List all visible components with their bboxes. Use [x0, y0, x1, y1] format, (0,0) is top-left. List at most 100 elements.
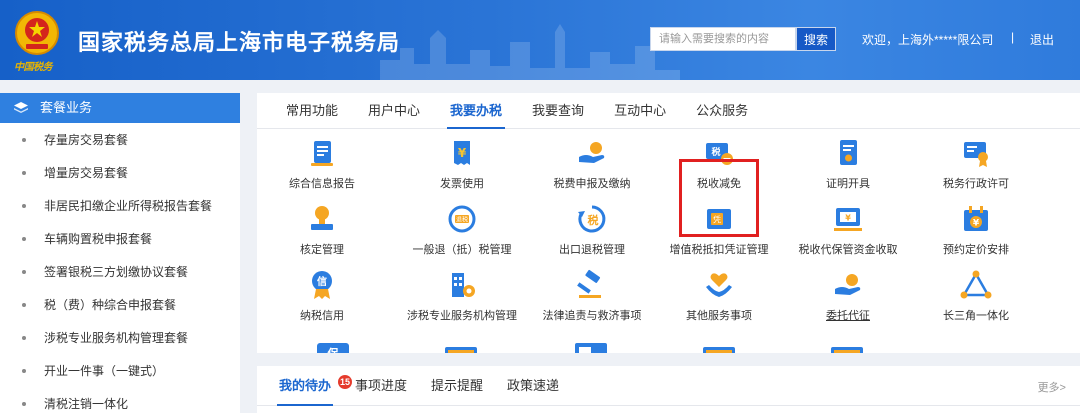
tab-policy[interactable]: 政策速递: [495, 366, 571, 405]
tab-public[interactable]: 公众服务: [681, 93, 763, 128]
service-label: 纳税信用: [300, 310, 344, 322]
tax-emblem-icon: [15, 11, 59, 55]
heart-hands-icon: [706, 273, 732, 297]
emblem-caption: 中国税务: [14, 62, 53, 73]
service-label: 其他服务事项: [686, 310, 752, 322]
service-custody-fund[interactable]: ¥ 税收代保管资金收取: [783, 203, 913, 257]
sidebar-header-package[interactable]: 套餐业务: [0, 93, 240, 123]
site-header: 中国税务 国家税务总局上海市电子税务局 请输入需要搜索的内容 搜索 欢迎，上海外…: [0, 0, 1080, 80]
service-other[interactable]: 其他服务事项: [654, 269, 784, 323]
tab-my-todo[interactable]: 我的待办 15: [267, 366, 353, 406]
service-pricing[interactable]: ¥ 预约定价安排: [911, 203, 1041, 257]
header-separator: |: [1011, 30, 1015, 44]
service-invoice[interactable]: ¥ 发票使用: [397, 137, 527, 191]
svg-text:税: 税: [588, 213, 599, 227]
hand-coin-icon: [579, 142, 605, 163]
bullet-icon: [22, 302, 26, 307]
service-panel: 常用功能 用户中心 我要办税 我要查询 互动中心 公众服务 综合信息报告 ¥ 发…: [257, 93, 1080, 353]
document-report-icon: [311, 141, 333, 166]
service-export-refund[interactable]: 税 出口退税管理: [527, 203, 657, 257]
service-label: 税务行政许可: [943, 178, 1009, 190]
sidebar-item-deregistration[interactable]: 清税注销一体化: [0, 387, 240, 413]
tab-user-center[interactable]: 用户中心: [353, 93, 435, 128]
screen-icon: [831, 347, 863, 353]
site-title: 国家税务总局上海市电子税务局: [78, 30, 401, 55]
highlight-box: [679, 159, 759, 237]
todo-panel: 我的待办 15 事项进度 提示提醒 政策速递 更多>: [257, 366, 1080, 413]
service-refund[interactable]: 退税 一般退（抵）税管理: [397, 203, 527, 257]
tab-handle-tax[interactable]: 我要办税: [435, 93, 517, 129]
bullet-icon: [22, 236, 26, 241]
service-label: 综合信息报告: [289, 178, 355, 190]
invoice-yuan-icon: ¥: [454, 141, 470, 165]
search-button[interactable]: 搜索: [796, 27, 836, 51]
tab-reminders[interactable]: 提示提醒: [419, 366, 495, 405]
service-label: 税费申报及缴纳: [553, 178, 631, 190]
insurance-icon: 保: [317, 343, 349, 353]
service-info-report[interactable]: 综合信息报告: [257, 137, 387, 191]
tab-query[interactable]: 我要查询: [517, 93, 599, 128]
triangle-network-icon: [960, 270, 992, 299]
service-assessment[interactable]: 核定管理: [257, 203, 387, 257]
sidebar-item-new-house[interactable]: 增量房交易套餐: [0, 156, 240, 189]
sidebar-item-comprehensive[interactable]: 税（费）种综合申报套餐: [0, 288, 240, 321]
custody-fund-icon: ¥: [834, 208, 862, 231]
sidebar-item-label: 开业一件事（一键式）: [44, 364, 165, 378]
tab-common[interactable]: 常用功能: [271, 93, 353, 128]
service-partial-1[interactable]: 保: [317, 343, 349, 353]
more-link[interactable]: 更多>: [1038, 379, 1066, 395]
service-agency-management[interactable]: 涉税专业服务机构管理: [397, 269, 527, 323]
service-label: 税收代保管资金收取: [798, 244, 898, 256]
tab-progress[interactable]: 事项进度: [343, 366, 419, 405]
service-partial-5[interactable]: [831, 343, 863, 353]
service-label: 法律追责与救济事项: [542, 310, 642, 322]
stamp-icon: [311, 206, 333, 230]
export-refund-icon: 税: [578, 205, 606, 233]
sidebar-item-label: 车辆购置税申报套餐: [44, 232, 153, 246]
todo-tabs: 我的待办 15 事项进度 提示提醒 政策速递: [257, 366, 1080, 406]
screen-icon: [445, 347, 477, 353]
sidebar-item-opening[interactable]: 开业一件事（一键式）: [0, 354, 240, 387]
sidebar-item-label: 非居民扣缴企业所得税报告套餐: [44, 199, 213, 213]
certificate-icon: [840, 140, 857, 165]
gavel-icon: [577, 269, 601, 298]
sidebar-item-existing-house[interactable]: 存量房交易套餐: [0, 123, 240, 156]
service-delegate-collection[interactable]: 委托代征: [783, 269, 913, 323]
service-admin-license[interactable]: 税务行政许可: [911, 137, 1041, 191]
svg-text:¥: ¥: [458, 146, 467, 160]
service-partial-4[interactable]: [703, 343, 735, 353]
license-badge-icon: [964, 142, 988, 167]
sidebar-item-tripartite[interactable]: 签署银税三方划缴协议套餐: [0, 255, 240, 288]
sidebar-item-nonresident[interactable]: 非居民扣缴企业所得税报告套餐: [0, 189, 240, 222]
sidebar-item-agency[interactable]: 涉税专业服务机构管理套餐: [0, 321, 240, 354]
service-partial-2[interactable]: [445, 343, 477, 353]
bullet-icon: [22, 335, 26, 340]
service-yangtze-delta[interactable]: 长三角一体化: [911, 269, 1041, 323]
svg-text:退税: 退税: [456, 216, 468, 224]
service-label: 证明开具: [826, 178, 870, 190]
svg-text:保: 保: [327, 346, 340, 353]
service-legal[interactable]: 法律追责与救济事项: [527, 269, 657, 323]
service-label: 发票使用: [440, 178, 484, 190]
logout-link[interactable]: 退出: [1030, 31, 1054, 48]
credit-medal-icon: 信: [312, 271, 332, 299]
service-label: 核定管理: [300, 244, 344, 256]
sidebar-item-label: 签署银税三方划缴协议套餐: [44, 265, 189, 279]
bullet-icon: [22, 170, 26, 175]
service-label: 增值税抵扣凭证管理: [669, 244, 769, 256]
tax-doc-icon: [575, 343, 607, 353]
bullet-icon: [22, 401, 26, 406]
search-input[interactable]: 请输入需要搜索的内容: [650, 27, 796, 51]
screen-icon: [703, 347, 735, 353]
service-certificate[interactable]: 证明开具: [783, 137, 913, 191]
sidebar: 套餐业务 存量房交易套餐 增量房交易套餐 非居民扣缴企业所得税报告套餐 车辆购置…: [0, 93, 240, 413]
bullet-icon: [22, 137, 26, 142]
service-label: 预约定价安排: [943, 244, 1009, 256]
service-declare-pay[interactable]: 税费申报及缴纳: [527, 137, 657, 191]
sidebar-item-vehicle-tax[interactable]: 车辆购置税申报套餐: [0, 222, 240, 255]
svg-text:¥: ¥: [973, 219, 980, 229]
tab-interaction[interactable]: 互动中心: [599, 93, 681, 128]
tab-label: 我的待办: [279, 378, 332, 393]
service-credit[interactable]: 信 纳税信用: [257, 269, 387, 323]
service-partial-3[interactable]: [575, 343, 607, 353]
